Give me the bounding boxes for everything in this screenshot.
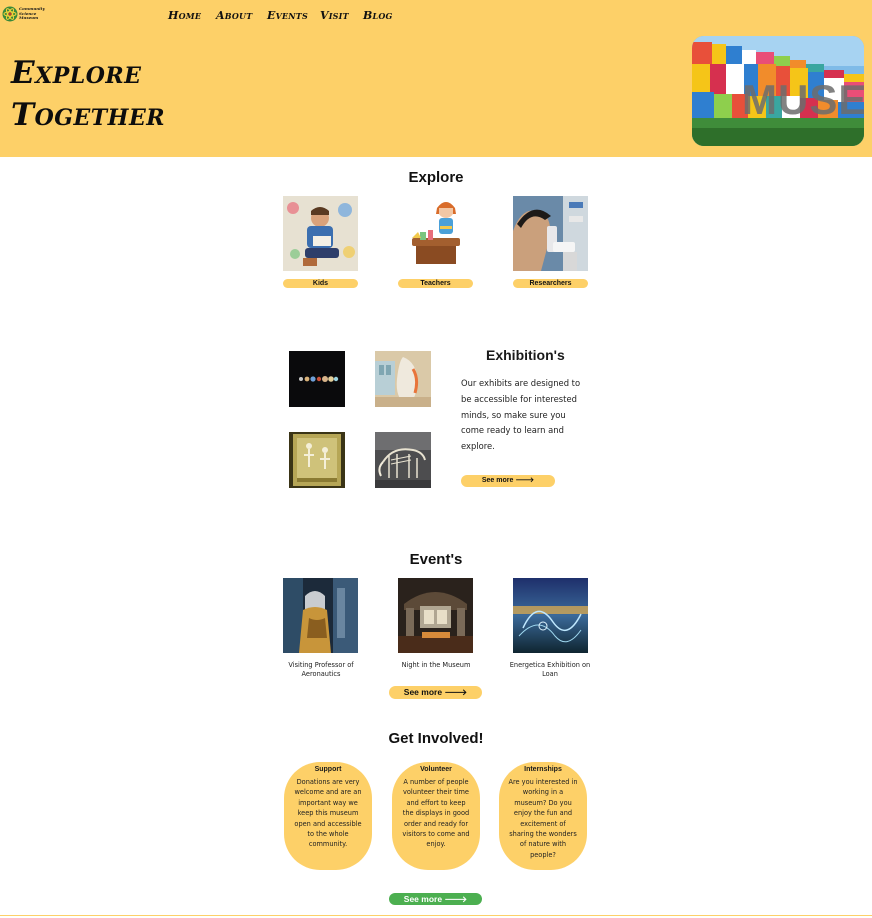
planets-exhibit[interactable]: [289, 351, 345, 407]
hero-title: Explore Together: [11, 52, 165, 136]
hero-title-line-2: Together: [11, 97, 165, 133]
explore-researchers-label[interactable]: Researchers: [513, 279, 588, 288]
support-heading: Support: [314, 766, 342, 773]
site-header: Community Science Museum Home About Even…: [0, 0, 872, 157]
footer-divider: [0, 915, 872, 916]
skeleton-display-case[interactable]: [289, 432, 345, 488]
site-logo[interactable]: Community Science Museum: [2, 3, 45, 25]
support-text: Donations are very welcome and are an im…: [294, 778, 362, 849]
nav-home[interactable]: Home: [168, 9, 216, 22]
internships-text: Are you interested in working in a museu…: [508, 778, 578, 859]
exhibitions-see-more-button[interactable]: See more 🡒: [461, 475, 555, 487]
explore-title: Explore: [408, 169, 464, 186]
nav-events[interactable]: Events: [267, 9, 320, 22]
main-nav: Home About Events Visit Blog: [168, 9, 403, 22]
internships-card[interactable]: Internships Are you interested in workin…: [499, 762, 587, 870]
nav-blog[interactable]: Blog: [363, 9, 403, 22]
researcher-microscope-photo[interactable]: [513, 196, 588, 271]
logo-line-3: Museum: [19, 15, 39, 21]
internships-heading: Internships: [524, 766, 562, 773]
explore-teachers-label[interactable]: Teachers: [398, 279, 473, 288]
events-title: Event's: [409, 551, 463, 568]
atom-logo-icon: [2, 6, 18, 22]
hero-title-line-1: Explore: [11, 55, 142, 91]
volunteer-card[interactable]: Volunteer A number of people volunteer t…: [392, 762, 480, 870]
support-card[interactable]: Support Donations are very welcome and a…: [284, 762, 372, 870]
explore-kids-label[interactable]: Kids: [283, 279, 358, 288]
mammoth-skeleton[interactable]: [375, 432, 431, 488]
event-caption-1: Visiting Professor of Aeronautics: [288, 661, 354, 678]
energy-light-photo[interactable]: [513, 578, 588, 653]
logo-text: Community Science Museum: [19, 6, 45, 21]
exhibitions-description: Our exhibits are designed to be accessib…: [461, 378, 581, 452]
events-see-more-button[interactable]: See more 🡒: [389, 686, 482, 699]
museum-building-photo: MUSEUM: [692, 36, 864, 146]
volunteer-heading: Volunteer: [420, 766, 452, 773]
svg-text:MUSEUM: MUSEUM: [742, 76, 864, 123]
nav-visit[interactable]: Visit: [320, 9, 363, 22]
nav-about[interactable]: About: [216, 9, 267, 22]
teacher-cartoon[interactable]: [398, 196, 473, 271]
glass-sculpture-exhibit[interactable]: [375, 351, 431, 407]
kid-reading-photo[interactable]: [283, 196, 358, 271]
event-caption-3: Energetica Exhibition on Loan: [509, 661, 591, 678]
professor-event-photo[interactable]: [283, 578, 358, 653]
involved-see-more-button[interactable]: See more 🡒: [389, 893, 482, 905]
page: Community Science Museum Home About Even…: [0, 0, 872, 918]
get-involved-title: Get Involved!: [388, 730, 484, 747]
museum-hall-night-photo[interactable]: [398, 578, 473, 653]
volunteer-text: A number of people volunteer their time …: [402, 778, 470, 849]
event-caption-2: Night in the Museum: [401, 661, 471, 669]
exhibitions-title: Exhibition's: [486, 347, 565, 363]
